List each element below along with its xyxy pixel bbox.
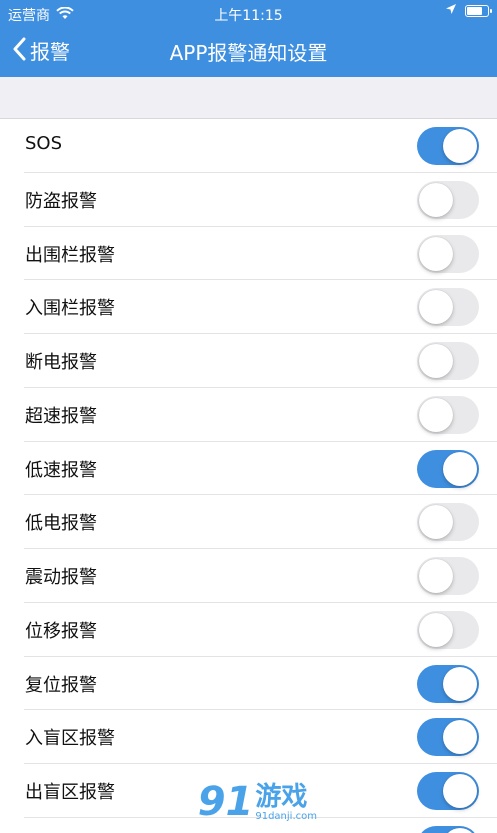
section-spacer: [0, 77, 497, 119]
toggle-knob: [443, 720, 477, 755]
setting-label: SOS: [25, 133, 63, 154]
toggle-knob: [419, 559, 453, 593]
toggle-knob: [419, 612, 453, 647]
setting-label: 出盲区报警: [25, 782, 115, 803]
navigation-bar: 报警 APP报警通知设置: [0, 26, 497, 77]
toggle-knob: [419, 236, 453, 271]
setting-row: 入盲区报警: [0, 710, 497, 764]
toggle-knob: [443, 827, 477, 833]
setting-label: 复位报警: [25, 674, 97, 696]
toggle-knob: [443, 451, 477, 486]
setting-label: 出围栏报警: [25, 244, 115, 266]
watermark-number: 91: [197, 779, 254, 825]
toggle-knob: [419, 505, 453, 540]
watermark-logo: 91 游戏 91danji.com: [198, 779, 317, 825]
toggle-knob: [443, 666, 477, 701]
setting-toggle[interactable]: [417, 664, 479, 703]
toggle-knob: [443, 774, 477, 808]
setting-row: 防盗报警: [0, 172, 497, 227]
setting-toggle[interactable]: [417, 395, 479, 434]
setting-toggle[interactable]: [417, 234, 479, 273]
setting-label: 入盲区报警: [25, 728, 115, 750]
top-bar: 运营商 上午11:15 报警 APP报警通知设置: [0, 0, 497, 77]
toggle-knob: [419, 182, 453, 217]
location-arrow-icon: [445, 3, 457, 19]
setting-label: 低速报警: [25, 459, 97, 481]
status-bar: 运营商 上午11:15: [0, 0, 497, 26]
setting-row: 震动报警: [0, 549, 497, 603]
setting-toggle[interactable]: [417, 503, 479, 542]
setting-toggle[interactable]: [417, 449, 479, 488]
setting-toggle[interactable]: [417, 825, 479, 833]
setting-row: 位移报警: [0, 602, 497, 657]
setting-row: 低电报警: [0, 495, 497, 549]
battery-icon: [465, 5, 492, 17]
setting-row: 入围栏报警: [0, 280, 497, 334]
setting-row: SOS: [0, 119, 497, 173]
status-time: 上午11:15: [214, 8, 283, 24]
setting-row: 超速报警: [0, 387, 497, 442]
setting-label: 断电报警: [25, 352, 97, 373]
setting-label: 入围栏报警: [25, 298, 115, 320]
setting-row: 复位报警: [0, 656, 497, 711]
toggle-knob: [419, 397, 453, 432]
setting-row: 出围栏报警: [0, 226, 497, 281]
setting-row: 断电报警: [0, 334, 497, 388]
alarm-settings-list: SOS 防盗报警出围栏报警入围栏报警断电报警超速报警低速报警低电报警震动报警位移报…: [0, 119, 497, 833]
setting-toggle[interactable]: [417, 180, 479, 219]
toggle-knob: [419, 344, 453, 378]
toggle-knob: [419, 290, 453, 325]
setting-label: 位移报警: [25, 620, 97, 642]
setting-label: 超速报警: [25, 405, 97, 427]
setting-label: 防盗报警: [25, 190, 97, 212]
setting-label: 低电报警: [25, 513, 97, 535]
setting-toggle[interactable]: [417, 288, 479, 327]
setting-toggle[interactable]: [417, 772, 479, 810]
setting-toggle[interactable]: [417, 342, 479, 380]
toggle-knob: [443, 129, 477, 163]
setting-toggle[interactable]: [417, 610, 479, 649]
page-title: APP报警通知设置: [169, 41, 328, 65]
watermark-text: 游戏: [255, 781, 308, 812]
setting-row: 低速报警: [0, 441, 497, 496]
setting-toggle[interactable]: [417, 557, 479, 595]
setting-toggle[interactable]: [417, 718, 479, 757]
setting-toggle[interactable]: [417, 127, 479, 165]
setting-label: 震动报警: [25, 567, 97, 588]
watermark-site: 91danji.com: [255, 810, 317, 822]
